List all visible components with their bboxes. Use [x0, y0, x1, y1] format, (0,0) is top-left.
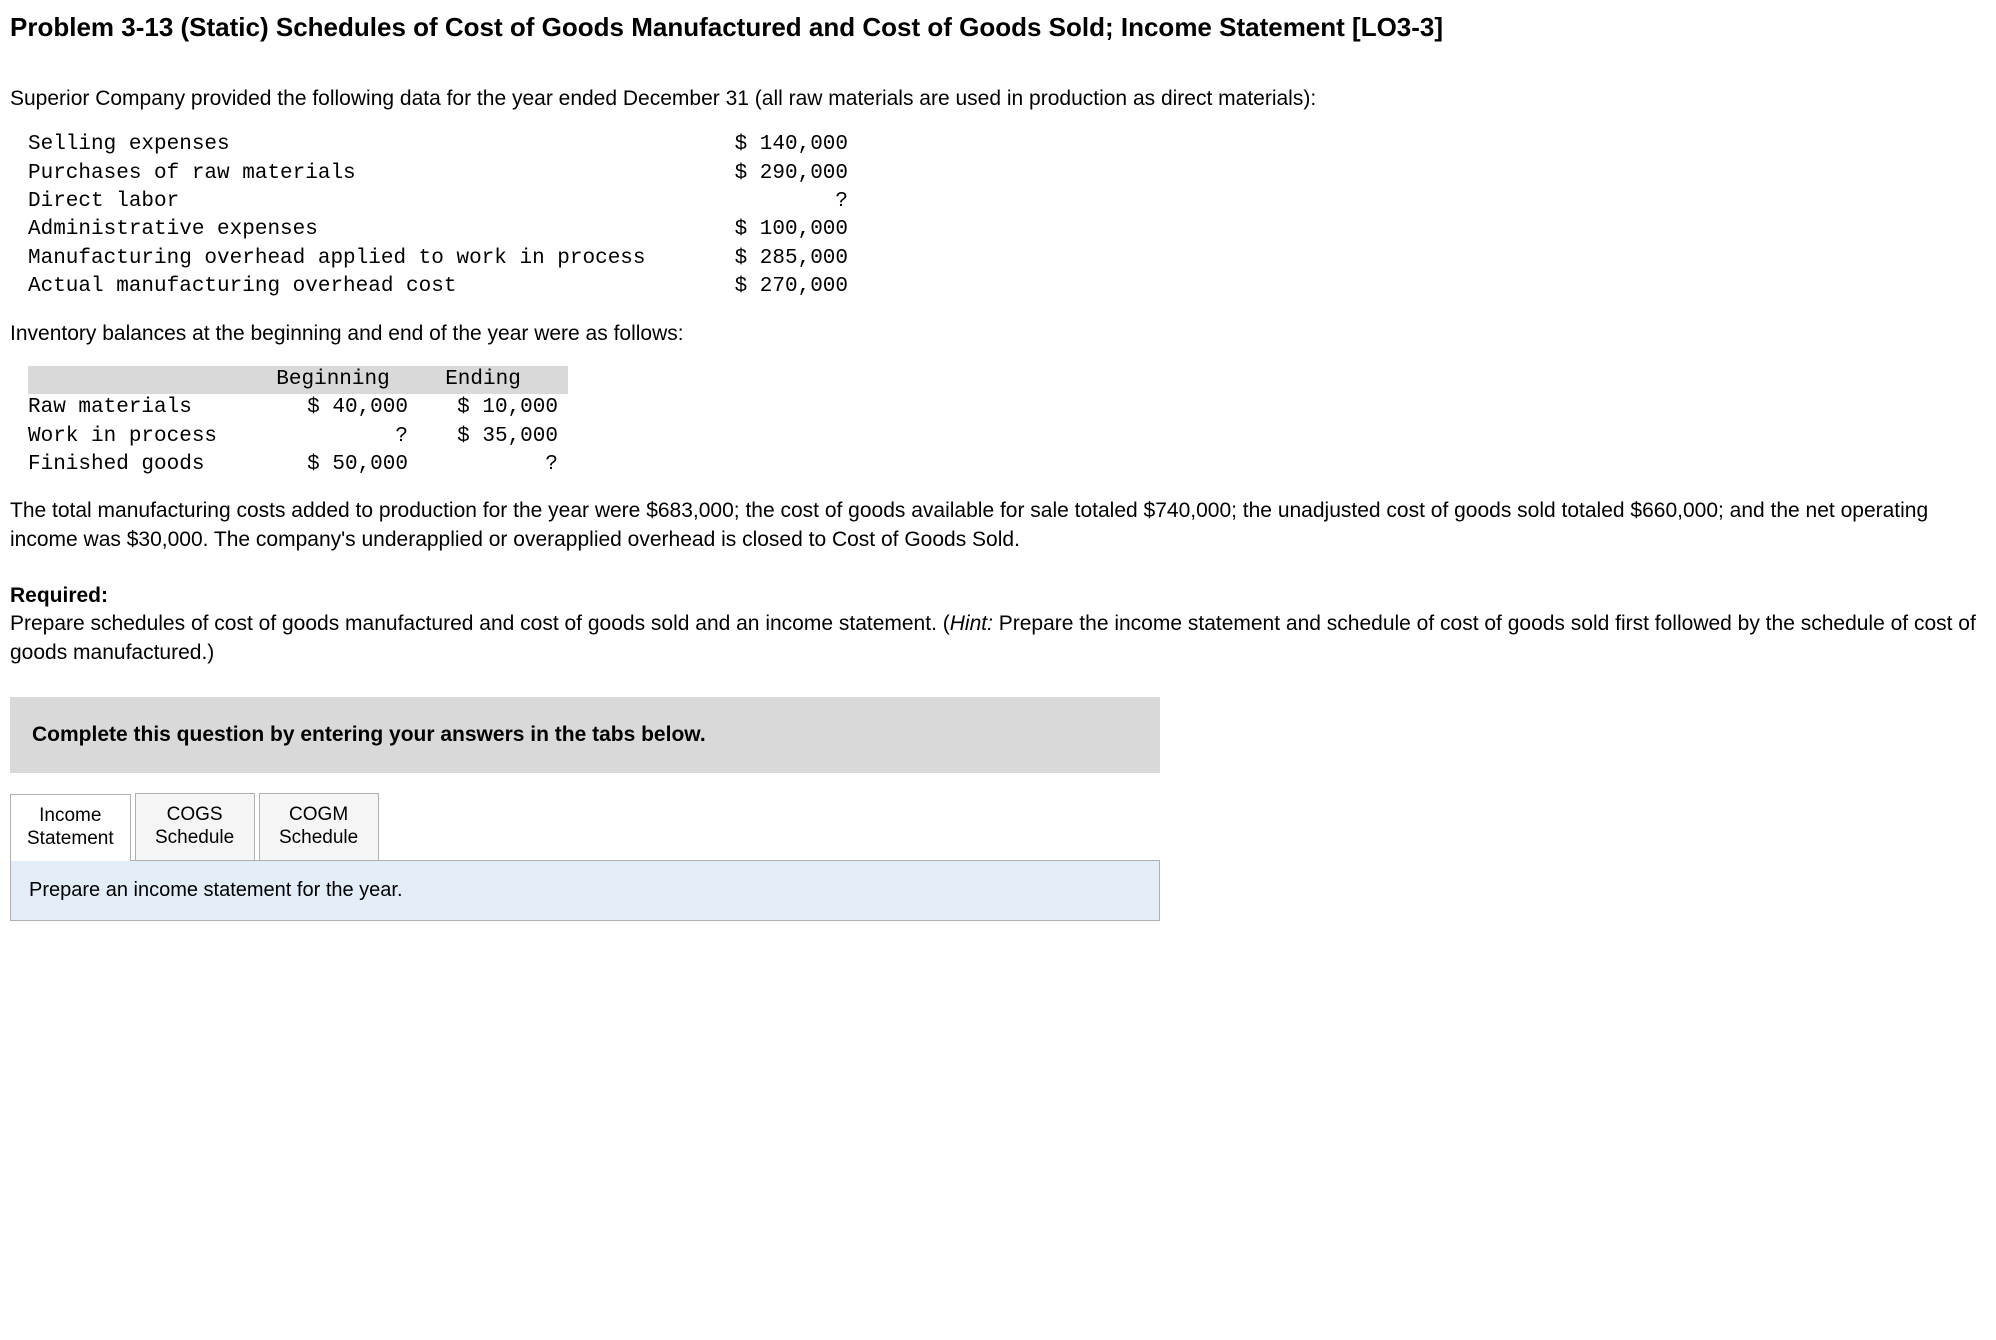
tab-line2: Schedule [155, 827, 234, 850]
data-label: Purchases of raw materials [28, 160, 688, 188]
inv-header-row: Beginning Ending [28, 366, 568, 394]
problem-title: Problem 3-13 (Static) Schedules of Cost … [10, 10, 1986, 45]
inv-row: Finished goods $ 50,000 ? [28, 451, 568, 479]
tab-cogs-schedule[interactable]: COGS Schedule [135, 793, 255, 860]
data-value: $ 285,000 [688, 245, 848, 273]
tab-bar: Income Statement COGS Schedule COGM Sche… [10, 793, 1160, 861]
data-row: Administrative expenses $ 100,000 [28, 216, 1986, 244]
inv-label: Work in process [28, 423, 258, 451]
inv-beginning: $ 40,000 [258, 394, 408, 422]
tab-line1: COGM [289, 804, 348, 827]
data-value: $ 290,000 [688, 160, 848, 188]
inv-label: Raw materials [28, 394, 258, 422]
data-value: $ 140,000 [688, 131, 848, 159]
data-label: Selling expenses [28, 131, 688, 159]
inv-header-beginning: Beginning [258, 366, 408, 394]
data-label: Manufacturing overhead applied to work i… [28, 245, 688, 273]
answer-area: Complete this question by entering your … [10, 697, 1160, 921]
data-row: Selling expenses $ 140,000 [28, 131, 1986, 159]
data-list: Selling expenses $ 140,000 Purchases of … [28, 131, 1986, 301]
data-row: Purchases of raw materials $ 290,000 [28, 160, 1986, 188]
inventory-subhead: Inventory balances at the beginning and … [10, 320, 1986, 348]
tab-line2: Statement [27, 828, 114, 851]
data-value: ? [688, 188, 848, 216]
required-text-1: Prepare schedules of cost of goods manuf… [10, 612, 950, 635]
narrative-paragraph: The total manufacturing costs added to p… [10, 497, 1986, 554]
inv-row: Work in process ? $ 35,000 [28, 423, 568, 451]
data-label: Direct labor [28, 188, 688, 216]
tab-line1: Income [39, 805, 101, 828]
required-block: Required: Prepare schedules of cost of g… [10, 582, 1986, 667]
inv-label: Finished goods [28, 451, 258, 479]
inv-ending: $ 35,000 [408, 423, 558, 451]
inventory-table: Beginning Ending Raw materials $ 40,000 … [28, 366, 568, 479]
data-value: $ 100,000 [688, 216, 848, 244]
inv-header-ending: Ending [408, 366, 558, 394]
tab-line1: COGS [167, 804, 223, 827]
data-value: $ 270,000 [688, 273, 848, 301]
data-label: Administrative expenses [28, 216, 688, 244]
data-row: Manufacturing overhead applied to work i… [28, 245, 1986, 273]
tab-income-statement[interactable]: Income Statement [10, 794, 131, 861]
inv-ending: ? [408, 451, 558, 479]
data-label: Actual manufacturing overhead cost [28, 273, 688, 301]
tab-line2: Schedule [279, 827, 358, 850]
inv-row: Raw materials $ 40,000 $ 10,000 [28, 394, 568, 422]
inv-ending: $ 10,000 [408, 394, 558, 422]
intro-text: Superior Company provided the following … [10, 85, 1986, 113]
required-label: Required: [10, 584, 108, 607]
tab-cogm-schedule[interactable]: COGM Schedule [259, 793, 379, 860]
inv-header-blank [28, 366, 258, 394]
inv-beginning: ? [258, 423, 408, 451]
tab-content: Prepare an income statement for the year… [10, 861, 1160, 921]
inv-beginning: $ 50,000 [258, 451, 408, 479]
data-row: Actual manufacturing overhead cost $ 270… [28, 273, 1986, 301]
instruction-bar: Complete this question by entering your … [10, 697, 1160, 773]
hint-label: Hint: [950, 612, 993, 635]
data-row: Direct labor ? [28, 188, 1986, 216]
